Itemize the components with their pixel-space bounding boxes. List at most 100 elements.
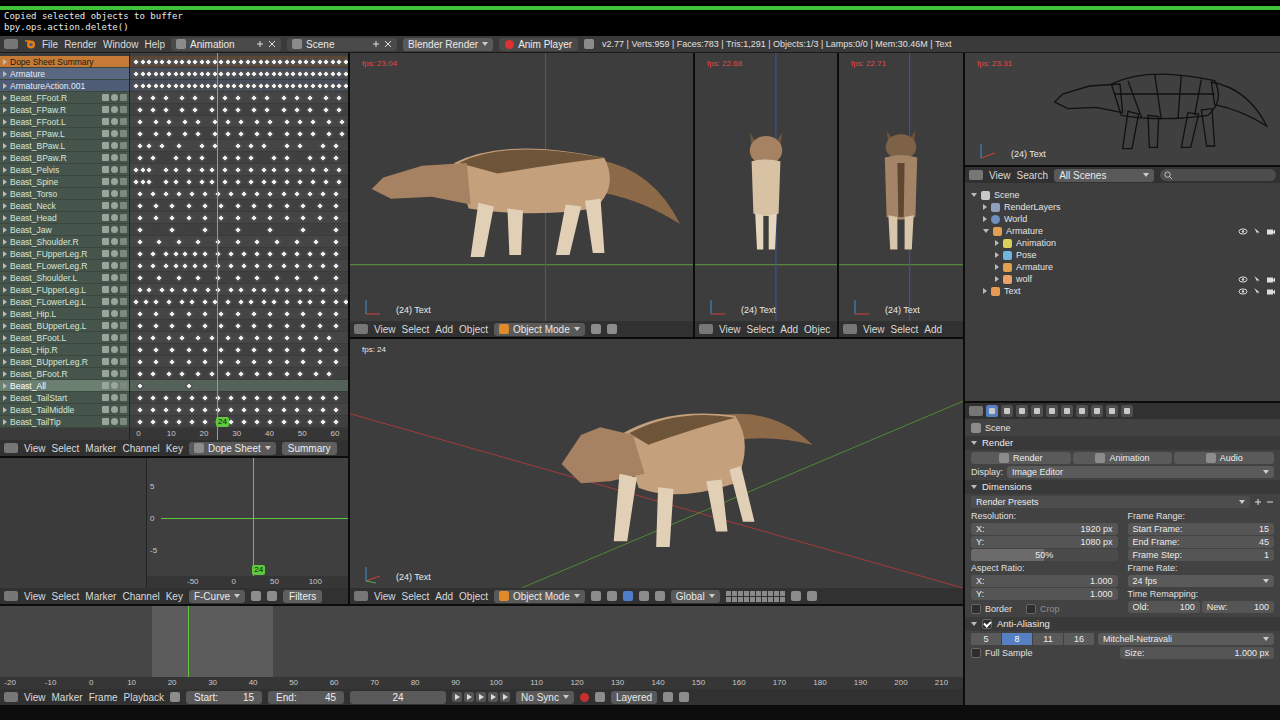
keyframe[interactable] bbox=[341, 70, 348, 78]
keyframe[interactable] bbox=[161, 166, 169, 174]
modifier-toggle-icon[interactable] bbox=[102, 142, 109, 149]
orientation-dropdown[interactable]: Global bbox=[671, 590, 720, 603]
keyframe[interactable] bbox=[171, 154, 179, 162]
keyframe[interactable] bbox=[305, 262, 313, 270]
keyframe[interactable] bbox=[135, 154, 143, 162]
editor-type-icon[interactable] bbox=[969, 406, 983, 416]
keyframe[interactable] bbox=[250, 94, 258, 102]
keyframe[interactable] bbox=[201, 346, 209, 354]
preview-range-icon[interactable] bbox=[170, 692, 180, 702]
keyframe[interactable] bbox=[184, 202, 192, 210]
summary-toggle[interactable]: Summary bbox=[282, 442, 337, 455]
channel-row[interactable]: Beast_FPaw.L bbox=[0, 128, 129, 140]
keyframe[interactable] bbox=[269, 298, 277, 306]
expand-arrow-icon[interactable] bbox=[3, 287, 7, 293]
keyframe[interactable] bbox=[266, 226, 274, 234]
keyframe[interactable] bbox=[283, 346, 291, 354]
pivot-icon[interactable] bbox=[607, 591, 617, 601]
keyframe[interactable] bbox=[220, 106, 228, 114]
lock-icon[interactable] bbox=[120, 418, 127, 425]
lock-icon[interactable] bbox=[120, 106, 127, 113]
keyframe[interactable] bbox=[233, 310, 241, 318]
keyframe[interactable] bbox=[332, 214, 340, 222]
lock-icon[interactable] bbox=[120, 190, 127, 197]
modifier-toggle-icon[interactable] bbox=[102, 154, 109, 161]
modifier-toggle-icon[interactable] bbox=[102, 346, 109, 353]
keyframe[interactable] bbox=[201, 394, 209, 402]
keyframe[interactable] bbox=[207, 106, 215, 114]
modifier-toggle-icon[interactable] bbox=[102, 298, 109, 305]
keyframe[interactable] bbox=[305, 190, 313, 198]
keyframe[interactable] bbox=[168, 214, 176, 222]
search-field[interactable] bbox=[1160, 169, 1276, 181]
keyframe[interactable] bbox=[292, 418, 300, 426]
frame-range-field[interactable]: Start Frame:15 bbox=[1128, 523, 1275, 535]
lock-icon[interactable] bbox=[120, 154, 127, 161]
keyframe[interactable] bbox=[217, 310, 225, 318]
lock-icon[interactable] bbox=[120, 226, 127, 233]
keyframe[interactable] bbox=[135, 286, 143, 294]
keyframe[interactable] bbox=[191, 250, 199, 258]
channel-row[interactable]: Beast_BUpperLeg.L bbox=[0, 320, 129, 332]
outliner-item[interactable]: Animation bbox=[965, 237, 1280, 249]
pivot-icon[interactable] bbox=[607, 324, 617, 334]
keyframe[interactable] bbox=[269, 178, 277, 186]
expand-arrow-icon[interactable] bbox=[3, 227, 7, 233]
keyframe[interactable] bbox=[184, 382, 192, 390]
keyframe[interactable] bbox=[332, 262, 340, 270]
outliner-item[interactable]: Armature bbox=[965, 225, 1280, 237]
render-button[interactable]: Audio bbox=[1174, 452, 1274, 464]
menu-item[interactable]: Select bbox=[402, 591, 430, 602]
keyframe[interactable] bbox=[266, 250, 274, 258]
properties-tab-icon[interactable] bbox=[1121, 405, 1133, 417]
full-sample-checkbox[interactable]: Full Sample bbox=[971, 647, 1116, 659]
modifier-toggle-icon[interactable] bbox=[102, 94, 109, 101]
menu-item[interactable]: Playback bbox=[124, 692, 165, 703]
keyframe[interactable] bbox=[188, 406, 196, 414]
keyframe[interactable] bbox=[145, 166, 153, 174]
playback-button-icon[interactable] bbox=[476, 692, 486, 702]
keyframe[interactable] bbox=[201, 262, 209, 270]
outliner-item[interactable]: Pose bbox=[965, 249, 1280, 261]
keyframe[interactable] bbox=[296, 286, 304, 294]
aspect-field[interactable]: Y:1.000 bbox=[971, 588, 1118, 600]
snap-icon[interactable] bbox=[267, 591, 277, 601]
keyframe[interactable] bbox=[217, 202, 225, 210]
keyframe[interactable] bbox=[152, 118, 160, 126]
editor-type-icon[interactable] bbox=[699, 324, 713, 334]
keyframe[interactable] bbox=[145, 178, 153, 186]
display-dropdown[interactable]: Image Editor bbox=[1007, 466, 1274, 478]
keyframe[interactable] bbox=[319, 406, 327, 414]
current-frame-line[interactable] bbox=[217, 53, 218, 440]
keyframe[interactable] bbox=[292, 238, 300, 246]
collapse-arrow-icon[interactable] bbox=[971, 485, 977, 489]
keyframe[interactable] bbox=[299, 310, 307, 318]
keyframe[interactable] bbox=[220, 154, 228, 162]
keyframe[interactable] bbox=[279, 406, 287, 414]
current-frame-badge[interactable]: 24 bbox=[252, 565, 265, 575]
channel-row[interactable]: Beast_BPaw.R bbox=[0, 152, 129, 164]
expand-arrow-icon[interactable] bbox=[3, 323, 7, 329]
expand-arrow-icon[interactable] bbox=[995, 240, 999, 246]
frame-ruler[interactable]: -50050100 bbox=[147, 576, 348, 588]
keyframe[interactable] bbox=[214, 394, 222, 402]
keyframe[interactable] bbox=[335, 178, 343, 186]
keyframe[interactable] bbox=[148, 418, 156, 426]
filters-button[interactable]: Filters bbox=[283, 590, 322, 603]
keyframe[interactable] bbox=[188, 298, 196, 306]
resolution-percentage-slider[interactable]: 50% bbox=[971, 549, 1118, 561]
keyframe[interactable] bbox=[148, 250, 156, 258]
keyframe[interactable] bbox=[338, 130, 346, 138]
keyframe[interactable] bbox=[224, 118, 232, 126]
render-panel-header[interactable]: Render bbox=[965, 436, 1280, 450]
keyframe[interactable] bbox=[266, 262, 274, 270]
modifier-toggle-icon[interactable] bbox=[102, 406, 109, 413]
keyframe[interactable] bbox=[165, 298, 173, 306]
editor-type-icon[interactable] bbox=[4, 692, 18, 702]
properties-tab-icon[interactable] bbox=[1031, 405, 1043, 417]
keyframe[interactable] bbox=[332, 238, 340, 246]
keyframe[interactable] bbox=[148, 190, 156, 198]
viewport-canvas[interactable]: fps: 24(24) Text bbox=[350, 339, 963, 588]
modifier-toggle-icon[interactable] bbox=[102, 310, 109, 317]
keyframe[interactable] bbox=[260, 142, 268, 150]
